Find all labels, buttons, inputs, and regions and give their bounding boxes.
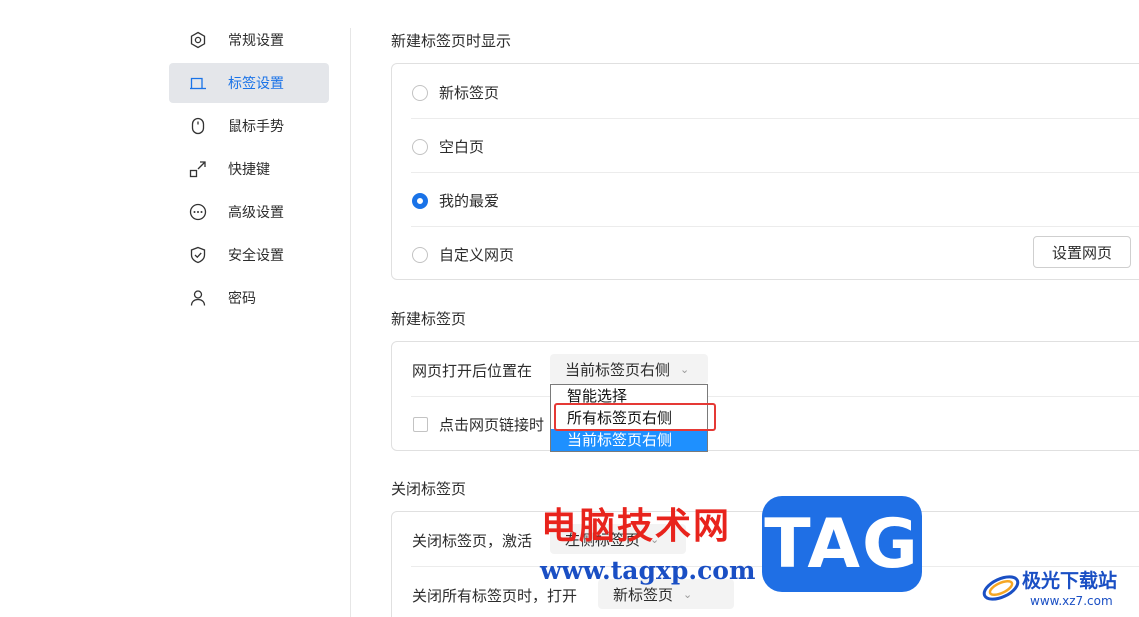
dropdown-option-current-tab-right[interactable]: 当前标签页右侧 bbox=[551, 429, 707, 451]
sidebar-item-label: 鼠标手势 bbox=[228, 119, 284, 135]
tab-icon bbox=[189, 74, 207, 92]
close-all-select-value: 新标签页 bbox=[613, 585, 674, 604]
sidebar: 常规设置 标签设置 鼠标手势 快捷键 高级设置 安全设置 密码 bbox=[0, 0, 350, 617]
option-label: 我的最爱 bbox=[439, 192, 500, 210]
row-divider bbox=[411, 226, 1139, 227]
position-select-value: 当前标签页右侧 bbox=[565, 360, 671, 379]
set-page-button[interactable]: 设置网页 bbox=[1033, 236, 1131, 268]
row-divider bbox=[411, 118, 1139, 119]
position-label: 网页打开后位置在 bbox=[412, 362, 533, 380]
radio-custom-page[interactable] bbox=[412, 247, 428, 263]
option-label: 自定义网页 bbox=[439, 246, 515, 264]
new-tab-card: 网页打开后位置在 当前标签页右侧 ⌄ 点击网页链接时 bbox=[391, 341, 1139, 451]
sidebar-item-label: 安全设置 bbox=[228, 248, 284, 264]
hexagon-settings-icon bbox=[189, 31, 207, 49]
option-label: 新标签页 bbox=[439, 84, 500, 102]
more-dots-icon bbox=[189, 203, 207, 221]
mouse-icon bbox=[189, 117, 207, 135]
section-title-new-tab: 新建标签页 bbox=[391, 310, 467, 328]
watermark-site-url: www.xz7.com bbox=[1030, 594, 1113, 608]
position-select[interactable]: 当前标签页右侧 ⌄ bbox=[550, 354, 708, 384]
shield-check-icon bbox=[189, 246, 207, 264]
sidebar-item-label: 标签设置 bbox=[228, 76, 284, 92]
sidebar-item-password[interactable]: 密码 bbox=[169, 278, 329, 318]
row-divider bbox=[411, 396, 1139, 397]
new-tab-display-card: 新标签页 空白页 我的最爱 自定义网页 设置网页 bbox=[391, 63, 1139, 280]
activate-label: 关闭标签页，激活 bbox=[412, 532, 533, 550]
sidebar-item-advanced[interactable]: 高级设置 bbox=[169, 192, 329, 232]
row-divider bbox=[411, 172, 1139, 173]
watermark-site-name: 极光下载站 bbox=[1022, 570, 1118, 592]
watermark-url: www.tagxp.com bbox=[540, 556, 756, 585]
site-logo-icon bbox=[980, 564, 1022, 606]
chevron-down-icon: ⌄ bbox=[680, 362, 690, 376]
section-title-new-tab-display: 新建标签页时显示 bbox=[391, 32, 512, 50]
radio-favorites[interactable] bbox=[412, 193, 428, 209]
link-click-checkbox[interactable] bbox=[413, 417, 428, 432]
user-icon bbox=[189, 289, 207, 307]
sidebar-item-label: 高级设置 bbox=[228, 205, 284, 221]
sidebar-divider bbox=[350, 28, 351, 617]
sidebar-item-label: 常规设置 bbox=[228, 33, 284, 49]
checkbox-label: 点击网页链接时 bbox=[439, 416, 545, 434]
watermark-cn-text: 电脑技术网 bbox=[541, 506, 732, 547]
option-label: 空白页 bbox=[439, 138, 485, 156]
sidebar-item-label: 快捷键 bbox=[228, 162, 270, 178]
sidebar-item-general[interactable]: 常规设置 bbox=[169, 20, 329, 60]
shortcut-arrow-icon bbox=[189, 160, 207, 178]
sidebar-item-tabs[interactable]: 标签设置 bbox=[169, 63, 329, 103]
sidebar-item-mouse[interactable]: 鼠标手势 bbox=[169, 106, 329, 146]
sidebar-item-security[interactable]: 安全设置 bbox=[169, 235, 329, 275]
sidebar-item-shortcuts[interactable]: 快捷键 bbox=[169, 149, 329, 189]
watermark-tag-logo: TAG bbox=[762, 496, 922, 592]
chevron-down-icon: ⌄ bbox=[683, 587, 693, 601]
sidebar-item-label: 密码 bbox=[228, 291, 256, 307]
radio-new-tab[interactable] bbox=[412, 85, 428, 101]
section-title-close-tab: 关闭标签页 bbox=[391, 480, 467, 498]
close-all-label: 关闭所有标签页时，打开 bbox=[412, 587, 578, 605]
highlight-annotation-box bbox=[554, 403, 716, 431]
radio-blank-page[interactable] bbox=[412, 139, 428, 155]
